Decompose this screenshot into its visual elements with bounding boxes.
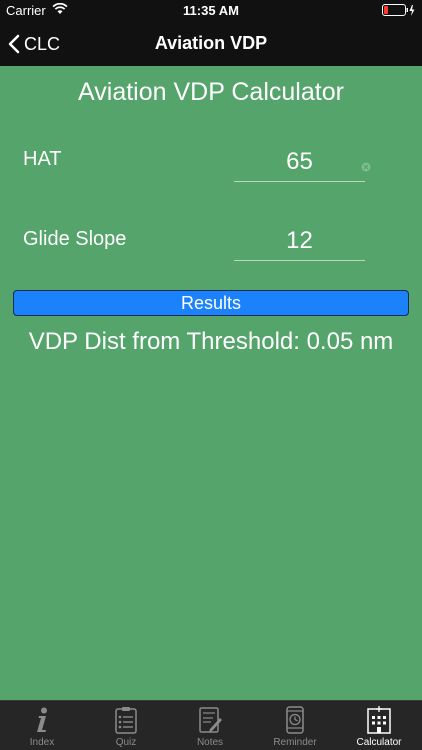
- tab-label: Calculator: [356, 737, 402, 748]
- glide-slope-label: Glide Slope: [23, 228, 127, 250]
- results-button[interactable]: Results: [13, 290, 409, 316]
- glide-slope-input[interactable]: [234, 221, 365, 261]
- result-text: VDP Dist from Threshold: 0.05 nm: [28, 328, 394, 355]
- clear-icon[interactable]: [361, 162, 371, 172]
- tab-label: Notes: [196, 737, 224, 748]
- hat-label: HAT: [23, 148, 62, 170]
- navigation-bar: CLC Aviation VDP: [0, 22, 422, 66]
- clock: 11:35 AM: [183, 3, 239, 18]
- tab-notes[interactable]: Notes: [168, 701, 252, 750]
- tab-index[interactable]: Index: [0, 701, 84, 750]
- info-icon: [37, 707, 47, 732]
- tab-label: Index: [29, 737, 55, 748]
- clipboard-icon: [115, 707, 137, 734]
- phone-clock-icon: [286, 706, 304, 734]
- page-title: Aviation VDP: [154, 33, 268, 53]
- tab-quiz[interactable]: Quiz: [84, 701, 168, 750]
- battery-icon: [382, 4, 415, 16]
- tab-calculator[interactable]: Calculator: [337, 701, 421, 750]
- status-bar: Carrier 11:35 AM: [0, 0, 422, 22]
- tab-bar: Index Quiz Notes Reminder Calculator: [0, 700, 422, 750]
- tab-reminder[interactable]: Reminder: [253, 701, 337, 750]
- tab-label: Reminder: [273, 737, 317, 748]
- tab-label: Quiz: [115, 737, 137, 748]
- calculator-icon: [367, 706, 391, 734]
- calculator-title: Aviation VDP Calculator: [78, 78, 344, 106]
- hat-input[interactable]: [234, 142, 365, 182]
- calculator-screen: Aviation VDP Calculator HAT Glide Slope …: [0, 66, 422, 700]
- notes-icon: [199, 707, 222, 733]
